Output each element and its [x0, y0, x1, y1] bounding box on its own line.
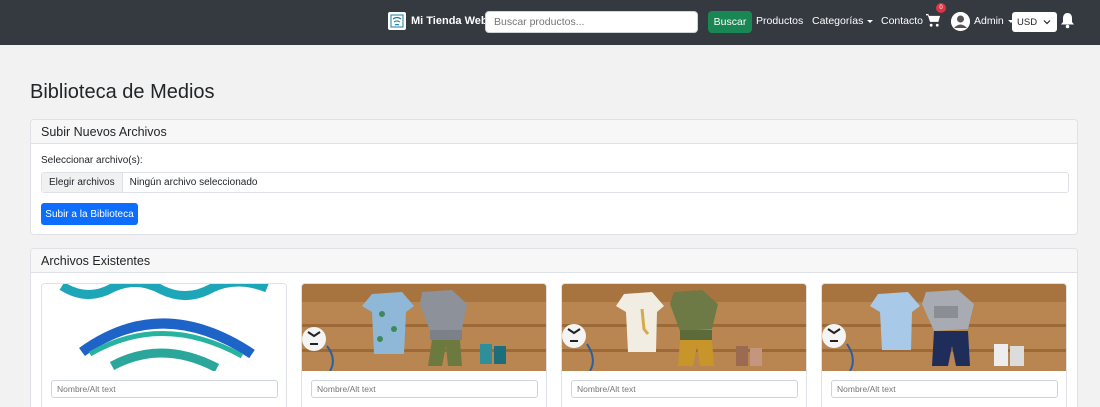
- media-item: [301, 283, 547, 407]
- store-logo-icon: [388, 12, 406, 30]
- cart-icon[interactable]: [926, 13, 941, 33]
- choose-files-button[interactable]: Elegir archivos: [42, 173, 123, 192]
- user-name: Admin: [974, 15, 1004, 27]
- page-title: Biblioteca de Medios: [30, 81, 215, 103]
- chevron-down-icon: [1043, 20, 1051, 25]
- nav-contact-link[interactable]: Contacto: [881, 15, 923, 27]
- media-item: [41, 283, 287, 407]
- notification-bell-icon[interactable]: [1060, 12, 1075, 34]
- media-thumbnail[interactable]: [822, 284, 1066, 371]
- top-navbar: Mi Tienda Web Buscar Productos Categoría…: [0, 0, 1100, 45]
- search-input[interactable]: [485, 11, 698, 33]
- alt-text-input[interactable]: [831, 380, 1058, 398]
- upload-submit-button[interactable]: Subir a la Biblioteca: [41, 203, 138, 225]
- media-thumbnail[interactable]: [302, 284, 546, 371]
- nav-categories-dropdown[interactable]: Categorías: [812, 15, 874, 27]
- alt-text-input[interactable]: [311, 380, 538, 398]
- currency-select[interactable]: USD: [1012, 12, 1057, 32]
- media-item: [821, 283, 1067, 407]
- existing-files-card: Archivos Existentes: [30, 248, 1078, 407]
- search-button[interactable]: Buscar: [708, 11, 752, 33]
- no-file-text: Ningún archivo seleccionado: [129, 177, 258, 188]
- upload-card: Subir Nuevos Archivos Seleccionar archiv…: [30, 119, 1078, 235]
- upload-card-header: Subir Nuevos Archivos: [31, 120, 1077, 144]
- existing-files-header: Archivos Existentes: [31, 249, 1077, 273]
- user-avatar[interactable]: [951, 12, 970, 31]
- nav-categories-label: Categorías: [812, 15, 864, 27]
- currency-value: USD: [1017, 16, 1038, 28]
- alt-text-input[interactable]: [51, 380, 278, 398]
- media-item: [561, 283, 807, 407]
- user-menu-dropdown[interactable]: Admin: [974, 15, 1014, 27]
- media-thumbnail[interactable]: [42, 284, 286, 371]
- cart-count-badge: 0: [936, 3, 946, 13]
- chevron-down-icon: [867, 19, 874, 23]
- brand-name: Mi Tienda Web: [411, 15, 488, 27]
- nav-products-link[interactable]: Productos: [756, 15, 803, 27]
- file-input[interactable]: Elegir archivos Ningún archivo seleccion…: [41, 172, 1069, 193]
- media-thumbnail[interactable]: [562, 284, 806, 371]
- brand-link[interactable]: Mi Tienda Web: [388, 12, 488, 30]
- file-select-label: Seleccionar archivo(s):: [41, 155, 143, 166]
- alt-text-input[interactable]: [571, 380, 798, 398]
